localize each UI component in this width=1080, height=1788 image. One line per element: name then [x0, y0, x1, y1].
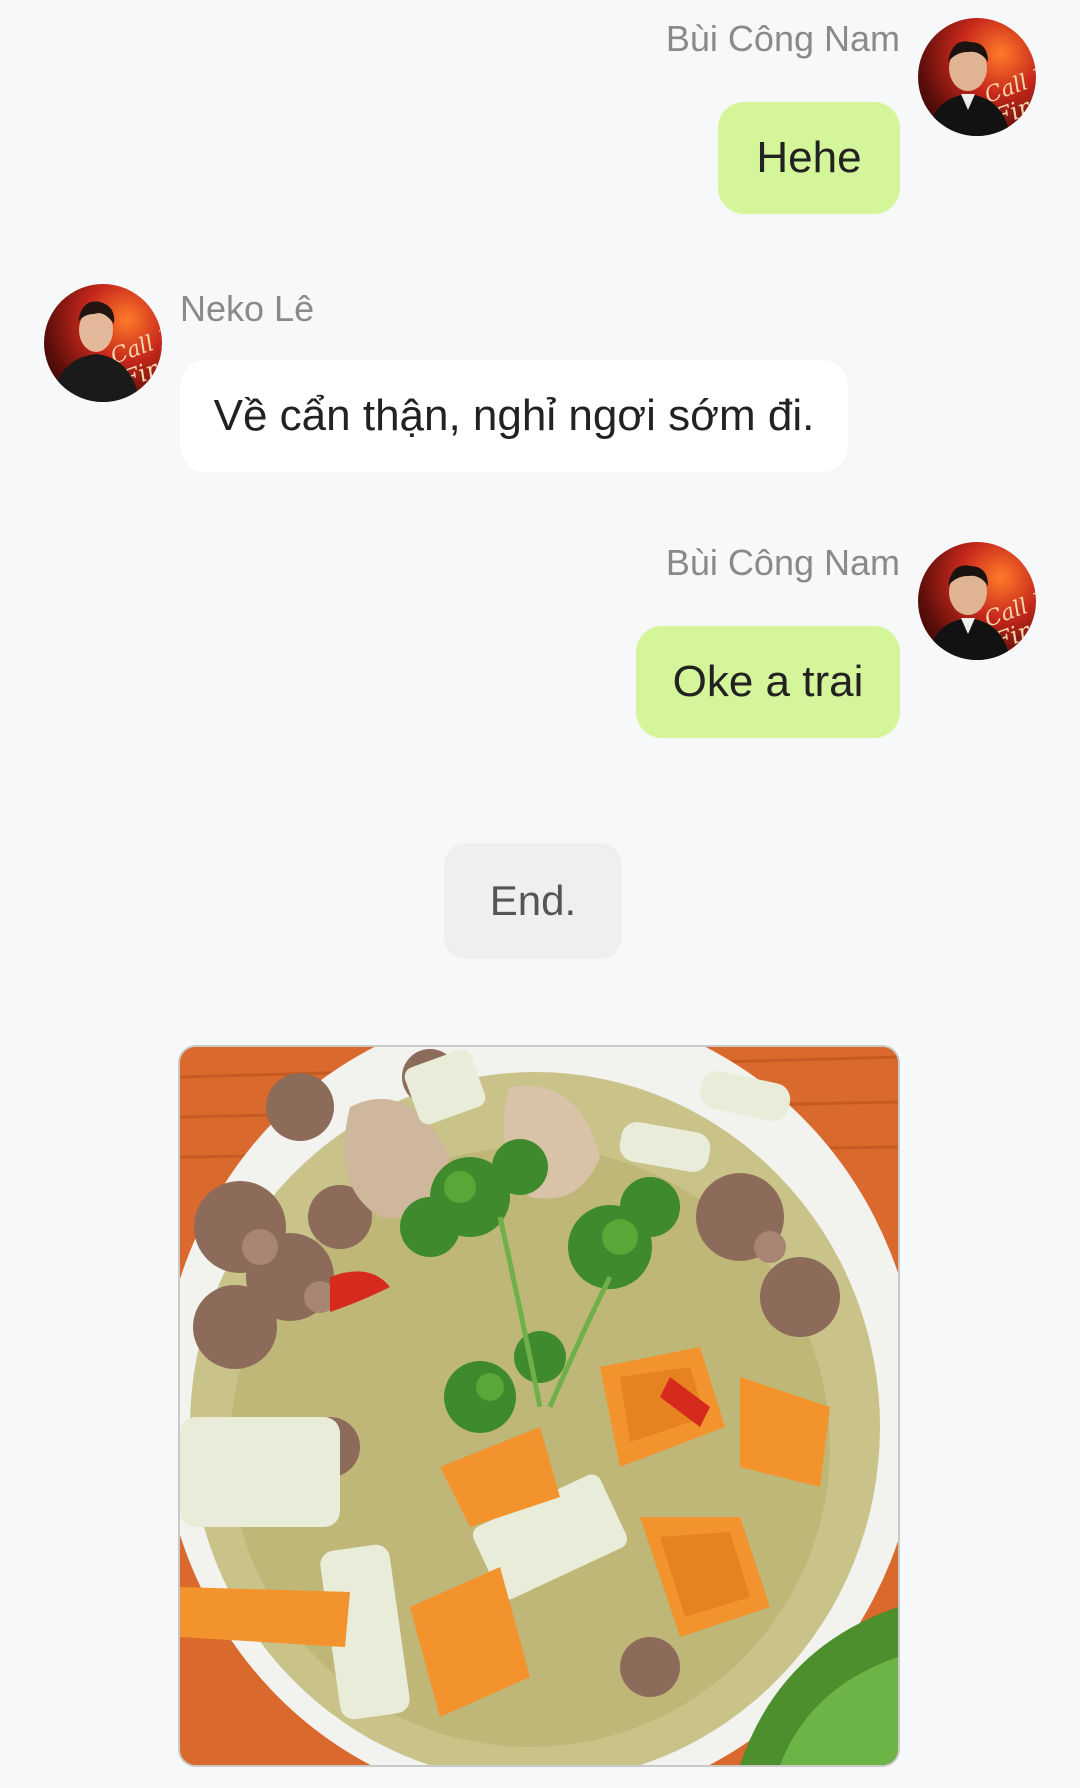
soup-bowl-icon [180, 1047, 898, 1765]
sender-name: Bùi Công Nam [665, 542, 900, 583]
sender-name: Neko Lê [180, 288, 315, 329]
avatar[interactable]: Call Me Fire [918, 542, 1036, 660]
message-bubble[interactable]: Về cẩn thận, nghỉ ngơi sớm đi. [180, 360, 848, 472]
message-bubble[interactable]: Hehe [718, 102, 900, 214]
food-photo[interactable] [178, 1045, 900, 1767]
sender-name: Bùi Công Nam [665, 18, 900, 59]
avatar[interactable]: Call Me Fire [44, 284, 162, 402]
message-bubble[interactable]: Oke a trai [636, 626, 900, 738]
end-marker: End. [444, 843, 622, 959]
avatar[interactable]: Call Me Fire [918, 18, 1036, 136]
